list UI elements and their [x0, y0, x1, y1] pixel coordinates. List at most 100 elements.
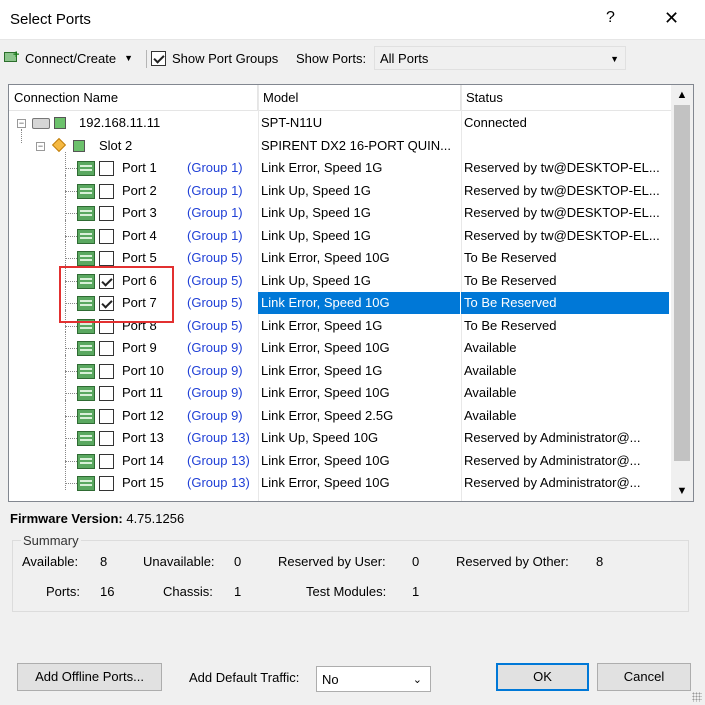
port-row[interactable]: Port 14 (Group 13) Link Error, Speed 10G Re…: [9, 444, 671, 473]
port-checkbox[interactable]: [99, 251, 114, 266]
summary-title: Summary: [21, 533, 81, 548]
tree-line: [65, 438, 77, 439]
chevron-down-icon: ▼: [610, 54, 619, 64]
show-ports-dropdown[interactable]: All Ports ▼: [374, 46, 626, 70]
port-group-link[interactable]: (Group 13): [187, 472, 250, 494]
port-model: Link Up, Speed 1G: [261, 205, 371, 220]
show-port-groups-toggle[interactable]: Show Port Groups: [151, 48, 278, 68]
port-checkbox[interactable]: [99, 386, 114, 401]
port-row[interactable]: Port 2 (Group 1) Link Up, Speed 1G Reserved…: [9, 174, 671, 203]
port-row[interactable]: Port 15 (Group 13) Link Error, Speed 10G Re…: [9, 467, 671, 495]
port-model: Link Error, Speed 10G: [261, 385, 390, 400]
port-group-link[interactable]: (Group 5): [187, 315, 243, 337]
port-status: Available: [464, 340, 517, 355]
port-group-link[interactable]: (Group 5): [187, 292, 243, 314]
port-group-link[interactable]: (Group 13): [187, 427, 250, 449]
chevron-down-icon[interactable]: ▼: [124, 53, 133, 63]
port-module-icon: [77, 363, 95, 379]
port-checkbox[interactable]: [99, 363, 114, 379]
column-header-status[interactable]: Status: [461, 85, 671, 111]
firmware-version: Firmware Version: 4.75.1256: [10, 511, 184, 526]
column-header-model[interactable]: Model: [258, 85, 461, 111]
collapse-icon[interactable]: −: [17, 119, 26, 128]
reserved-other-value: 8: [596, 554, 604, 569]
chassis-model: SPT-N11U: [261, 115, 323, 130]
tree-line: [65, 348, 77, 349]
port-row[interactable]: Port 9 (Group 9) Link Error, Speed 10G Avai…: [9, 332, 671, 360]
port-group-link[interactable]: (Group 13): [187, 450, 250, 472]
port-group-link[interactable]: (Group 9): [187, 405, 243, 427]
connect-create-button[interactable]: + Connect/Create ▼: [4, 48, 133, 68]
port-group-link[interactable]: (Group 1): [187, 157, 243, 179]
slot-status: [461, 135, 669, 157]
port-checkbox[interactable]: [99, 453, 114, 469]
port-group-link[interactable]: (Group 5): [187, 247, 243, 269]
port-group-link[interactable]: (Group 1): [187, 225, 243, 247]
ok-button[interactable]: OK: [496, 663, 589, 691]
close-button[interactable]: ✕: [664, 8, 679, 29]
port-name: Port 11: [122, 385, 163, 400]
port-status: Reserved by Administrator@...: [464, 475, 641, 490]
tree-line: [65, 242, 66, 265]
port-checkbox[interactable]: [99, 183, 114, 199]
tree-line: [65, 399, 66, 422]
port-row[interactable]: Port 1 (Group 1) Link Error, Speed 1G Reser…: [9, 152, 671, 180]
add-offline-ports-button[interactable]: Add Offline Ports...: [17, 663, 162, 691]
port-checkbox[interactable]: [99, 228, 114, 244]
port-name: Port 2: [122, 182, 157, 198]
port-group-link[interactable]: (Group 9): [187, 360, 243, 382]
slot-model: SPIRENT DX2 16-PORT QUIN...: [261, 137, 451, 153]
port-row[interactable]: Port 13 (Group 13) Link Up, Speed 10G Reser…: [9, 422, 671, 450]
resize-grip-icon[interactable]: [692, 692, 702, 702]
tree-line: [65, 444, 66, 467]
port-row[interactable]: Port 10 (Group 9) Link Error, Speed 1G Avai…: [9, 354, 671, 383]
port-group-link[interactable]: (Group 1): [187, 202, 243, 224]
port-name: Port 4: [122, 227, 157, 243]
tree-line: [65, 168, 77, 169]
port-checkbox[interactable]: [99, 206, 114, 221]
vertical-scrollbar[interactable]: ▲ ▼: [671, 85, 693, 501]
chassis-row[interactable]: − 192.168.11.11 SPT-N11U Connected: [9, 112, 671, 135]
summary-group: Summary Available: 8 Unavailable: 0 Rese…: [12, 533, 689, 612]
port-row[interactable]: Port 12 (Group 9) Link Error, Speed 2.5G Av…: [9, 399, 671, 428]
port-group-link[interactable]: (Group 9): [187, 382, 243, 404]
port-status: To Be Reserved: [464, 272, 557, 288]
collapse-icon[interactable]: −: [36, 141, 45, 151]
port-model: Link Error, Speed 10G: [261, 452, 390, 468]
show-port-groups-checkbox[interactable]: [151, 50, 166, 66]
port-group-link[interactable]: (Group 1): [187, 180, 243, 202]
ports-label: Ports:: [46, 584, 80, 599]
scroll-thumb[interactable]: [674, 105, 690, 461]
port-group-link[interactable]: (Group 5): [187, 270, 243, 292]
port-row[interactable]: Port 3 (Group 1) Link Up, Speed 1G Reserved…: [9, 197, 671, 225]
port-status: Available: [464, 362, 517, 378]
port-row[interactable]: Port 11 (Group 9) Link Error, Speed 10G Ava…: [9, 377, 671, 405]
port-status: Available: [464, 407, 517, 423]
cancel-button[interactable]: Cancel: [597, 663, 691, 691]
column-header-connection-name[interactable]: Connection Name: [9, 85, 258, 111]
port-name: Port 12: [122, 407, 164, 423]
help-button[interactable]: ?: [606, 9, 615, 27]
port-module-icon: [77, 386, 95, 401]
port-checkbox[interactable]: [99, 341, 114, 356]
tree-line: [65, 370, 77, 372]
port-checkbox[interactable]: [99, 408, 114, 424]
port-name: Port 1: [122, 160, 157, 175]
slot-row[interactable]: − Slot 2 SPIRENT DX2 16-PORT QUIN...: [9, 128, 671, 158]
scroll-up-icon[interactable]: ▲: [671, 85, 693, 105]
add-default-traffic-dropdown[interactable]: No ⌄: [316, 666, 431, 692]
toolbar-divider: [146, 50, 147, 68]
port-module-icon: [77, 408, 95, 424]
chassis-value: 1: [234, 584, 242, 599]
port-checkbox[interactable]: [99, 431, 114, 446]
port-checkbox[interactable]: [99, 161, 114, 176]
port-module-icon: [77, 341, 95, 356]
port-model: Link Error, Speed 10G: [261, 475, 390, 490]
port-checkbox[interactable]: [99, 476, 114, 491]
port-row[interactable]: Port 4 (Group 1) Link Up, Speed 1G Reserved…: [9, 219, 671, 248]
available-value: 8: [100, 554, 108, 569]
scroll-down-icon[interactable]: ▼: [671, 481, 693, 501]
connect-icon: +: [4, 50, 22, 66]
show-ports-value: All Ports: [380, 51, 429, 66]
port-group-link[interactable]: (Group 9): [187, 337, 243, 359]
